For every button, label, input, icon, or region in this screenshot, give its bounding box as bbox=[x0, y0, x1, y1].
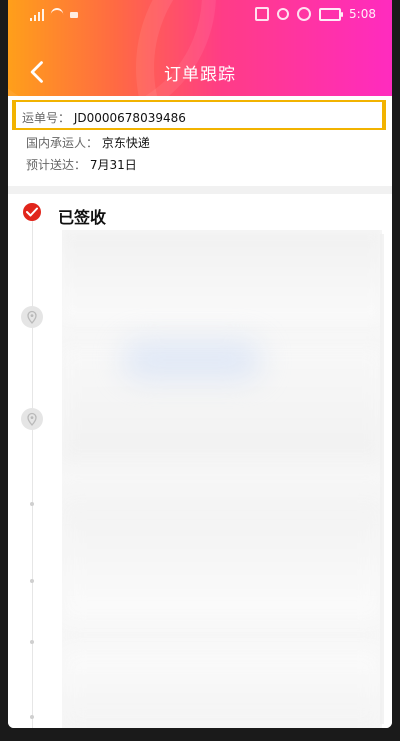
carrier-row: 国内承运人： 京东快递 bbox=[26, 134, 150, 151]
timeline-dot bbox=[30, 502, 34, 506]
shipment-info: 运单号： JD0000678039486 国内承运人： 京东快递 预计送达： 7… bbox=[8, 96, 392, 186]
tracking-timeline: 已签收 bbox=[8, 194, 392, 728]
page-title: 订单跟踪 bbox=[164, 65, 236, 85]
check-icon bbox=[26, 207, 38, 217]
tracking-number-highlight: 运单号： JD0000678039486 bbox=[12, 100, 386, 130]
eta-value: 7月31日 bbox=[89, 158, 137, 172]
timeline-line bbox=[32, 218, 33, 728]
pin-icon bbox=[27, 412, 37, 426]
nfc-icon bbox=[255, 7, 270, 21]
tracking-number: JD0000678039486 bbox=[73, 111, 186, 125]
scroll-indicator[interactable] bbox=[380, 234, 384, 724]
status-left bbox=[30, 8, 78, 22]
timeline-node-icon-1 bbox=[21, 306, 43, 328]
highlight-edge-left bbox=[12, 100, 16, 130]
signed-status: 已签收 bbox=[58, 208, 107, 227]
timeline-dot bbox=[30, 640, 34, 644]
signal-icon bbox=[30, 9, 44, 21]
alarm-icon bbox=[277, 8, 290, 20]
battery-icon bbox=[319, 7, 344, 21]
header: 5:08 订单跟踪 bbox=[8, 0, 392, 96]
highlight-edge-right bbox=[382, 100, 386, 130]
blurred-timeline-content bbox=[62, 230, 382, 728]
mute-icon bbox=[297, 7, 312, 21]
back-arrow-icon bbox=[30, 61, 43, 83]
eta-row: 预计送达： 7月31日 bbox=[26, 156, 137, 173]
status-bar: 5:08 bbox=[8, 0, 392, 32]
carrier-value: 京东快递 bbox=[101, 136, 150, 150]
phone-frame: 5:08 订单跟踪 运单号： JD0000678039486 国内承运人： 京东… bbox=[0, 0, 400, 741]
status-time: 5:08 bbox=[349, 7, 376, 21]
carrier-label: 国内承运人： bbox=[26, 136, 99, 150]
notification-icon bbox=[70, 12, 78, 18]
tracking-row: 运单号： JD0000678039486 bbox=[22, 109, 186, 126]
eta-label: 预计送达： bbox=[26, 158, 87, 172]
status-check-icon bbox=[23, 203, 41, 221]
timeline-node-icon-2 bbox=[21, 408, 43, 430]
timeline-dot bbox=[30, 579, 34, 583]
section-divider bbox=[8, 186, 392, 194]
timeline-dot bbox=[30, 715, 34, 719]
wifi-icon bbox=[50, 8, 64, 22]
pin-icon bbox=[27, 310, 37, 324]
back-button[interactable] bbox=[24, 58, 52, 86]
tracking-label: 运单号： bbox=[22, 111, 71, 125]
app-screen: 5:08 订单跟踪 运单号： JD0000678039486 国内承运人： 京东… bbox=[8, 0, 392, 728]
status-right: 5:08 bbox=[255, 7, 376, 21]
